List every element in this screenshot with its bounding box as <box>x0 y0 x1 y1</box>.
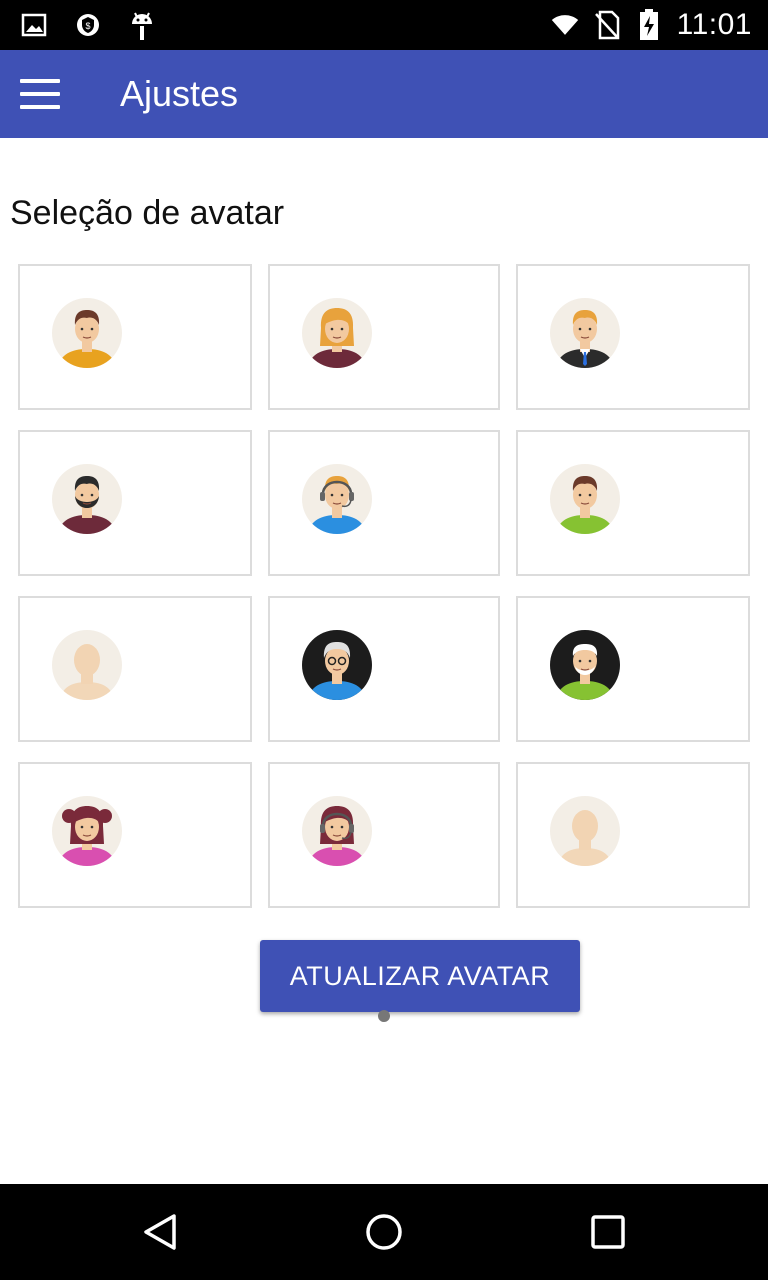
update-avatar-button[interactable]: ATUALIZAR AVATAR <box>260 940 580 1012</box>
avatar-option-man-beard[interactable] <box>18 430 252 576</box>
back-triangle-icon[interactable] <box>140 1212 180 1252</box>
avatar-option-businessman-tie[interactable] <box>516 264 750 410</box>
man-brown-hair-avatar-icon <box>52 298 122 368</box>
blank-avatar-avatar-icon <box>52 630 122 700</box>
avatar-option-man-brown-hair[interactable] <box>18 264 252 410</box>
avatar-option-blank-avatar-2[interactable] <box>516 762 750 908</box>
grandpa-beard-avatar-icon <box>550 630 620 700</box>
app-bar: Ajustes <box>0 50 768 138</box>
clock: 11:01 <box>676 8 752 41</box>
support-headset-woman-avatar-icon <box>302 796 372 866</box>
menu-icon[interactable] <box>20 79 60 109</box>
man-beard-avatar-icon <box>52 464 122 534</box>
blank-avatar-2-avatar-icon <box>550 796 620 866</box>
avatar-option-girl-pigtails[interactable] <box>18 762 252 908</box>
avatar-option-support-headset-man[interactable] <box>268 430 500 576</box>
wifi-icon <box>551 11 579 39</box>
businessman-tie-avatar-icon <box>550 298 620 368</box>
avatar-option-grandma-glasses[interactable] <box>268 596 500 742</box>
support-headset-man-avatar-icon <box>302 464 372 534</box>
no-sim-icon <box>593 10 621 40</box>
grandma-glasses-avatar-icon <box>302 630 372 700</box>
navigation-bar <box>0 1184 768 1280</box>
android-icon <box>128 11 156 40</box>
avatar-option-grandpa-beard[interactable] <box>516 596 750 742</box>
page-title: Ajustes <box>120 73 239 114</box>
svg-text:$: $ <box>85 21 90 31</box>
avatar-option-young-man-green[interactable] <box>516 430 750 576</box>
young-man-green-avatar-icon <box>550 464 620 534</box>
touch-indicator <box>378 1010 390 1022</box>
shield-icon: $ <box>74 11 102 39</box>
avatar-option-woman-blonde[interactable] <box>268 264 500 410</box>
status-bar: $ 11:01 <box>0 0 768 50</box>
section-title: Seleção de avatar <box>10 194 285 232</box>
image-icon <box>20 11 48 39</box>
girl-pigtails-avatar-icon <box>52 796 122 866</box>
recents-square-icon[interactable] <box>588 1212 628 1252</box>
avatar-option-support-headset-woman[interactable] <box>268 762 500 908</box>
woman-blonde-avatar-icon <box>302 298 372 368</box>
home-circle-icon[interactable] <box>364 1212 404 1252</box>
battery-charging-icon <box>635 9 663 40</box>
avatar-option-blank-avatar[interactable] <box>18 596 252 742</box>
